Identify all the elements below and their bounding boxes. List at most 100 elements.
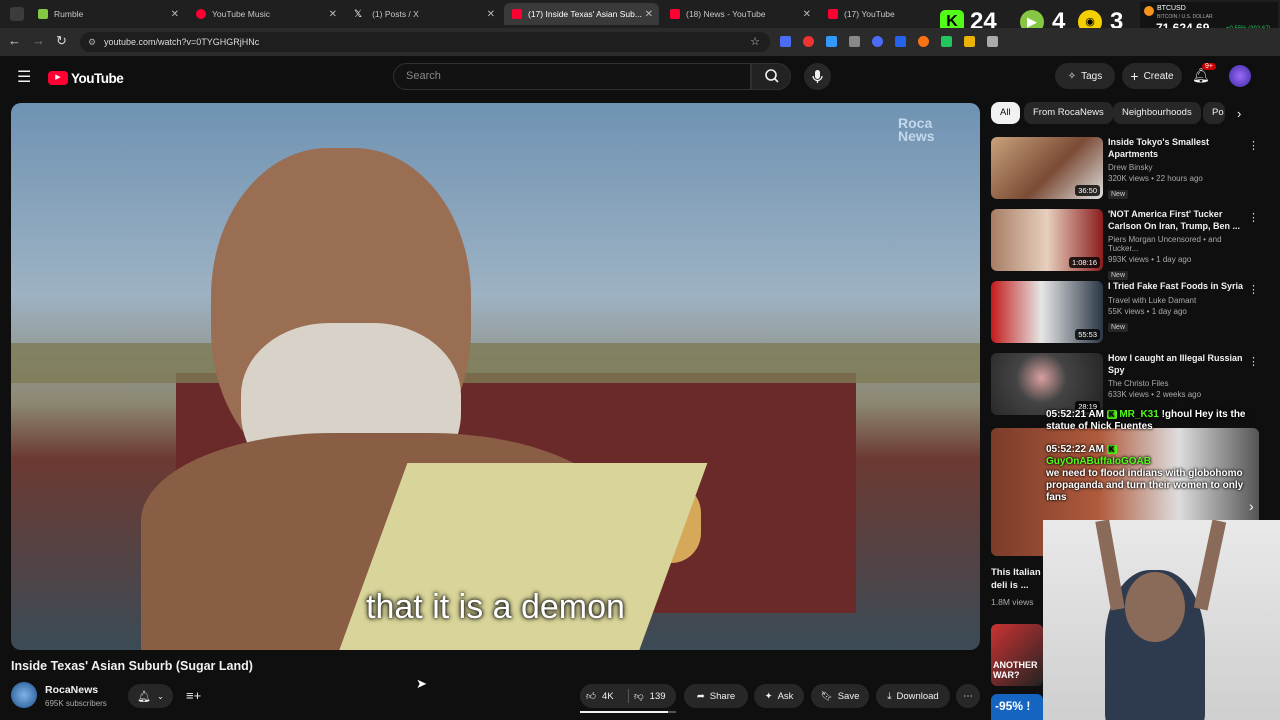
video-thumbnail: 55:53 (991, 281, 1103, 343)
video-thumbnail[interactable]: -95% ! (991, 694, 1043, 720)
share-icon: ➦ (696, 690, 705, 702)
recommended-video[interactable]: 1:08:16 'NOT America First' Tucker Carls… (991, 209, 1261, 280)
thumb-text: -95% ! (995, 699, 1031, 713)
close-icon[interactable]: ✕ (171, 9, 179, 20)
tab-label: (18) News - YouTube (686, 9, 766, 19)
x-favicon: 𝕏 (354, 9, 363, 20)
chat-time: 05:52:22 AM (1046, 444, 1104, 455)
video-thumbnail: 1:08:16 (991, 209, 1103, 271)
ask-label: Ask (777, 690, 794, 702)
save-label: Save (837, 690, 860, 702)
chip-partial[interactable]: Po (1203, 102, 1225, 124)
subscribed-button[interactable]: 🔔︎ ⌄ (128, 684, 173, 708)
tab-current-video[interactable]: (17) Inside Texas' Asian Sub... ✕ (504, 3, 659, 25)
rec-title: I Tried Fake Fast Foods in Syria (1108, 281, 1244, 291)
close-icon[interactable]: ✕ (487, 9, 495, 20)
chevron-down-icon: ⌄ (157, 691, 164, 701)
rec-channel: Piers Morgan Uncensored • and Tucker... (1108, 235, 1222, 253)
close-icon[interactable]: ✕ (803, 9, 811, 20)
extension-icons[interactable] (780, 36, 1130, 48)
chat-time: 05:52:21 AM (1046, 409, 1104, 420)
tab-youtube-news[interactable]: (18) News - YouTube ✕ (662, 3, 817, 25)
close-icon[interactable]: ✕ (645, 9, 653, 20)
tab-youtube-home[interactable]: (17) YouTube (820, 3, 930, 25)
voice-search-button[interactable] (804, 63, 831, 90)
rec-title-partial: This Italian deli is ... (991, 567, 1041, 591)
tab-rumble[interactable]: Rumble ✕ (30, 3, 185, 25)
chip-neighbourhoods[interactable]: Neighbourhoods (1113, 102, 1201, 124)
add-to-queue-icon[interactable]: ≡+ (186, 688, 201, 703)
save-button[interactable]: 🔖︎ Save (811, 684, 869, 708)
download-button[interactable]: ⤓ Download (876, 684, 950, 708)
chip-from-rocanews[interactable]: From RocaNews (1024, 102, 1113, 124)
video-frame (11, 103, 980, 650)
new-badge: New (1108, 322, 1129, 332)
mouse-cursor: ➤ (416, 676, 427, 691)
video-player[interactable]: Roca News that it is a demon (11, 103, 980, 650)
menu-icon[interactable]: ☰ (17, 67, 31, 87)
search-input[interactable]: Search (393, 63, 751, 90)
video-thumbnail[interactable]: ANOTHER WAR? (991, 624, 1043, 686)
rec-views: 633K views • 2 weeks ago (1108, 390, 1202, 399)
channel-avatar[interactable] (11, 682, 37, 708)
chat-message: 05:52:21 AM K MR_K31 !ghoul Hey its the … (1046, 409, 1256, 433)
more-actions-button[interactable]: ⋯ (956, 684, 980, 708)
share-button[interactable]: ➦ Share (684, 684, 748, 708)
video-thumbnail: 36:50 (991, 137, 1103, 199)
recommended-video[interactable]: 36:50 Inside Tokyo's Smallest Apartments… (991, 137, 1261, 203)
avatar[interactable] (1229, 65, 1251, 87)
more-vert-icon[interactable]: ⋮ (1248, 211, 1259, 224)
site-info-icon[interactable]: ⚙ (88, 32, 96, 52)
rec-title: Inside Tokyo's Smallest Apartments (1108, 137, 1210, 159)
sparkle-icon: ✧ (1067, 70, 1077, 82)
youtube-music-favicon (196, 9, 206, 19)
chip-all[interactable]: All (991, 102, 1020, 124)
chevron-right-icon[interactable]: › (1237, 106, 1241, 121)
bookmark-star-icon[interactable]: ☆ (750, 32, 760, 52)
tab-x-posts[interactable]: 𝕏 (1) Posts / X ✕ (346, 3, 501, 25)
chat-message: 05:52:22 AM K GuyOnABuffaloGOAB we need … (1046, 444, 1260, 504)
ask-button[interactable]: ✦ Ask (754, 684, 804, 708)
chat-user: MR_K31 (1119, 409, 1159, 420)
rec-views: 320K views • 22 hours ago (1108, 174, 1203, 183)
more-vert-icon[interactable]: ⋮ (1248, 355, 1259, 368)
video-thumbnail: 28:19 (991, 353, 1103, 415)
thumbs-up-icon: 👍︎ (586, 691, 596, 702)
rec-title: How I caught an Illegal Russian Spy (1108, 353, 1243, 375)
dislike-button[interactable]: 👎︎ 139 (634, 684, 666, 708)
duration-badge: 36:50 (1075, 185, 1100, 196)
channel-watermark: Roca News (898, 115, 935, 144)
create-button[interactable]: + Create (1122, 63, 1182, 89)
youtube-favicon (828, 9, 838, 19)
tags-button[interactable]: ✧ Tags (1055, 63, 1115, 89)
reload-icon[interactable]: ↻ (56, 33, 67, 49)
recommended-video[interactable]: 55:53 I Tried Fake Fast Foods in Syria T… (991, 281, 1261, 347)
tab-youtube-music[interactable]: YouTube Music ✕ (188, 3, 343, 25)
url-text: youtube.com/watch?v=0TYGHGRjHNc (104, 37, 260, 47)
close-icon[interactable]: ✕ (329, 9, 337, 20)
more-vert-icon[interactable]: ⋮ (1248, 283, 1259, 296)
youtube-logo[interactable]: ▶ YouTube (48, 69, 124, 87)
youtube-header: ☰ ▶ YouTube Search ✧ Tags + Create 🔔︎ 9+ (0, 56, 1280, 100)
tab-search-icon[interactable] (10, 7, 24, 21)
microphone-icon (812, 70, 823, 83)
address-bar[interactable]: ⚙ youtube.com/watch?v=0TYGHGRjHNc ☆ (80, 32, 770, 52)
notifications-button[interactable]: 🔔︎ 9+ (1192, 63, 1216, 87)
notification-badge: 9+ (1202, 63, 1216, 70)
more-vert-icon[interactable]: ⋮ (1248, 139, 1259, 152)
search-button[interactable] (751, 63, 791, 90)
forward-icon[interactable]: → (32, 33, 45, 48)
channel-name[interactable]: RocaNews (45, 684, 98, 696)
youtube-favicon (670, 9, 680, 19)
tags-label: Tags (1081, 70, 1103, 82)
thumb-text: ANOTHER WAR? (993, 660, 1038, 680)
rec-channel: The Christo Files (1108, 379, 1169, 388)
tab-label: (17) YouTube (844, 9, 895, 19)
rec-views: 993K views • 1 day ago (1108, 255, 1192, 264)
like-button[interactable]: 👍︎ 4K (586, 684, 614, 708)
bookmark-icon: 🔖︎ (820, 690, 833, 702)
rec-channel: Drew Binsky (1108, 163, 1153, 172)
tab-label: YouTube Music (212, 9, 270, 19)
youtube-logo-icon: ▶ (48, 71, 68, 85)
back-icon[interactable]: ← (8, 33, 21, 48)
